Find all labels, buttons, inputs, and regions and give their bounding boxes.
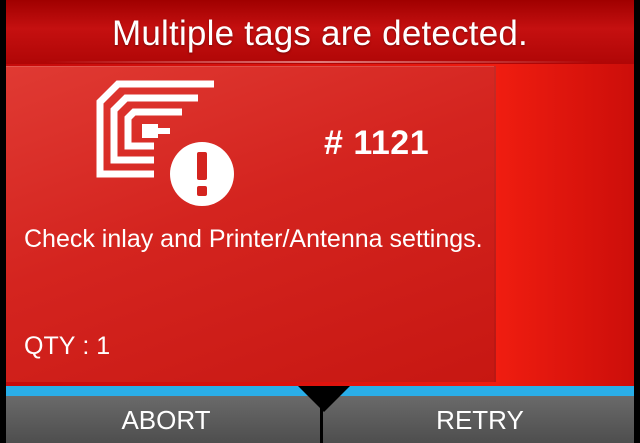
rfid-tag-error-icon (96, 80, 234, 206)
qty-label: QTY (24, 332, 76, 360)
title-divider (46, 61, 594, 63)
retry-button[interactable]: RETRY (326, 396, 634, 443)
qty-value: 1 (96, 332, 111, 360)
error-panel: # 1121 Check inlay and Printer/Antenna s… (6, 66, 496, 382)
page-title: Multiple tags are detected. (112, 14, 528, 53)
qty-separator: : (75, 332, 97, 360)
abort-button[interactable]: ABORT (6, 396, 326, 443)
scroll-notch-icon (298, 386, 350, 412)
error-message: Check inlay and Printer/Antenna settings… (24, 225, 483, 253)
printer-lcd-screen: Multiple tags are detected. # 1121 Check… (0, 0, 640, 443)
error-body: # 1121 Check inlay and Printer/Antenna s… (6, 64, 634, 386)
title-bar: Multiple tags are detected. (6, 0, 634, 64)
error-code: # 1121 (324, 124, 430, 162)
quantity-readout: QTY : 1 (24, 332, 110, 361)
